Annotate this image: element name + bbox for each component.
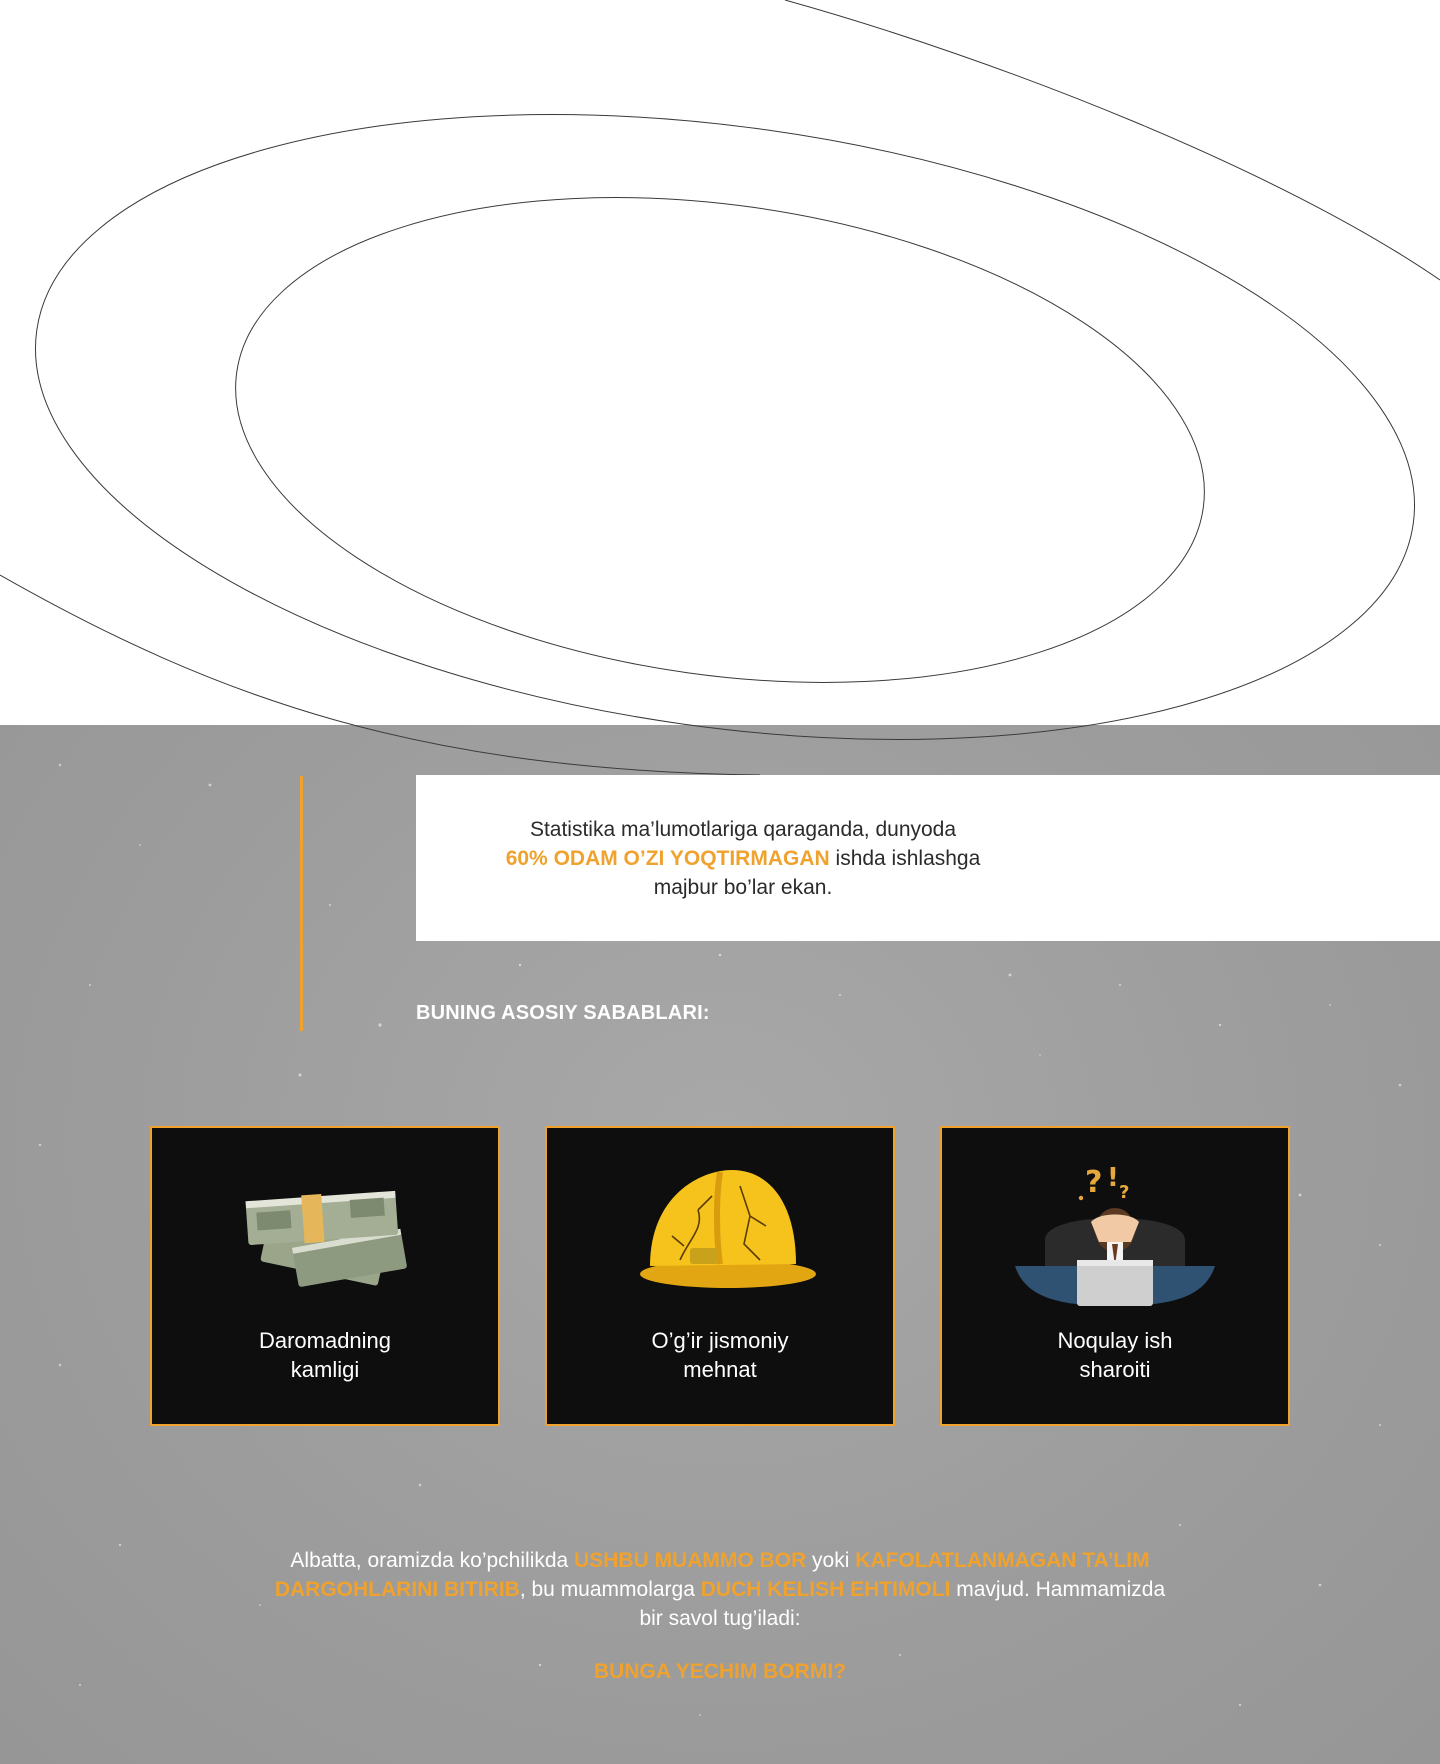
stressed-worker-icon: ? ! ? [1015,1163,1215,1306]
statistic-line-2: ishda ishlashga [829,846,981,870]
svg-text:?: ? [1119,1182,1129,1203]
svg-text:?: ? [1085,1165,1102,1200]
causes-title: BUNING ASOSIY SABABLARI: [416,1002,710,1024]
statistic-text: Statistika ma’lumotlariga qaraganda, dun… [452,815,1034,902]
cause-label-work-conditions: Noqulay ish sharoiti [1057,1328,1173,1382]
cause-card-work-conditions: ? ! ? Noqulay ish sharoiti [940,1126,1290,1426]
closing-question: BUNGA YECHIM BORMI? [594,1660,846,1683]
statistic-panel: Statistika ma’lumotlariga qaraganda, dun… [416,775,1440,941]
closing-highlight-probability: DUCH KELISH EHTIMOLI [700,1578,951,1601]
statistic-line-1: Statistika ma’lumotlariga qaraganda, dun… [529,817,957,841]
statistic-highlight: 60% ODAM O’ZI YOQTIRMAGAN [505,846,830,870]
hero-blank-area [0,0,1440,725]
cracked-helmet-icon [640,1170,816,1288]
svg-text:!: ! [1107,1163,1119,1193]
cause-label-income: Daromadning kamligi [258,1328,392,1382]
accent-divider-line [300,776,303,1031]
closing-paragraph: Albatta, oramizda ko’pchilikda USHBU MUA… [274,1549,1166,1630]
statistic-line-3: majbur bo’lar ekan. [653,875,833,899]
cause-label-physical-labor: O’g’ir jismoniy mehnat [651,1328,789,1382]
cause-card-physical-labor: O’g’ir jismoniy mehnat [545,1126,895,1426]
cause-card-income: Daromadning kamligi [150,1126,500,1426]
money-stack-icon [245,1190,407,1287]
closing-highlight-problem: USHBU MUAMMO BOR [574,1549,807,1572]
